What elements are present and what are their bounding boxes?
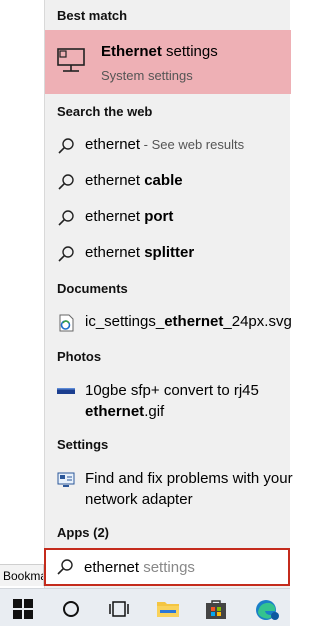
web-result-label: ethernet port <box>85 208 174 225</box>
search-circle-button[interactable] <box>48 589 96 627</box>
search-icon <box>57 245 75 263</box>
best-match-title: Ethernet settings <box>101 43 218 60</box>
web-result-item[interactable]: ethernet - See web results <box>45 129 291 163</box>
cortana-circle-icon <box>63 601 79 617</box>
folder-icon <box>157 602 179 617</box>
web-result-label: ethernet cable <box>85 172 183 189</box>
edge-icon <box>256 600 279 620</box>
search-results-panel: Best match Ethernet settings System sett… <box>44 0 293 588</box>
image-thumbnail-icon <box>57 384 75 402</box>
network-settings-icon <box>57 46 89 74</box>
settings-header: Settings <box>57 437 109 452</box>
apps-header: Apps (2) <box>57 525 109 540</box>
background-window <box>0 0 44 588</box>
bookmark-tab[interactable]: Bookma <box>0 564 44 586</box>
file-explorer-button[interactable] <box>144 589 192 627</box>
web-result-label: ethernet splitter <box>85 244 195 261</box>
search-query: ethernet settings <box>84 559 195 576</box>
edge-browser-button[interactable] <box>242 589 290 627</box>
start-button[interactable] <box>0 589 48 627</box>
web-result-label: ethernet - See web results <box>85 136 245 153</box>
microsoft-store-button[interactable] <box>192 589 240 627</box>
document-item[interactable]: ic_settings_ethernet_24px.svg <box>45 306 292 340</box>
taskbar <box>0 588 290 626</box>
web-result-item[interactable]: ethernet port <box>45 201 291 235</box>
store-bag-icon <box>206 600 226 619</box>
photos-header: Photos <box>57 349 102 364</box>
search-icon <box>57 137 75 155</box>
search-icon <box>56 558 74 576</box>
document-label: ic_settings_ethernet_24px.svg <box>85 313 292 330</box>
search-input[interactable]: ethernet settings <box>44 548 290 586</box>
web-result-item[interactable]: ethernet cable <box>45 165 291 199</box>
troubleshoot-icon <box>57 472 75 490</box>
best-match-header: Best match <box>57 8 128 23</box>
best-match-item[interactable]: Ethernet settings System settings <box>45 30 291 94</box>
search-icon <box>57 209 75 227</box>
search-web-header: Search the web <box>57 104 153 119</box>
task-view-button[interactable] <box>96 589 144 627</box>
photo-item[interactable]: 10gbe sfp+ convert to rj45 ethernet.gif <box>45 378 291 424</box>
svg-file-icon <box>57 314 75 332</box>
search-icon <box>57 173 75 191</box>
setting-label: Find and fix problems with your network a… <box>85 470 293 508</box>
setting-item[interactable]: Find and fix problems with your network a… <box>45 466 293 512</box>
task-view-icon <box>109 601 129 617</box>
best-match-subtitle: System settings <box>101 68 193 83</box>
documents-header: Documents <box>57 281 128 296</box>
photo-label: 10gbe sfp+ convert to rj45 ethernet.gif <box>85 382 259 420</box>
web-result-item[interactable]: ethernet splitter <box>45 237 291 271</box>
windows-logo-icon <box>13 599 33 619</box>
